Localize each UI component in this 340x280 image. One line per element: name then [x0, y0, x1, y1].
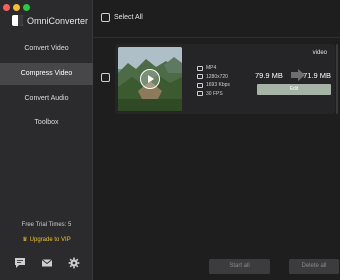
file-title: video — [312, 50, 327, 56]
scrollbar[interactable] — [336, 44, 338, 114]
edit-button[interactable]: Edit — [257, 84, 331, 95]
app-logo-icon — [12, 15, 23, 26]
sidebar-item-toolbox[interactable]: Toolbox — [0, 112, 93, 134]
start-all-button[interactable]: Start all — [209, 259, 270, 274]
select-all-checkbox[interactable] — [101, 13, 110, 22]
file-checkbox[interactable] — [101, 73, 110, 82]
resolution-icon — [197, 74, 203, 80]
bitrate-icon — [197, 82, 203, 88]
sidebar: OmniConverter Convert Video Compress Vid… — [0, 0, 93, 280]
close-window-button[interactable] — [3, 4, 10, 11]
file-fps: 30 FPS — [206, 90, 223, 97]
format-icon — [197, 65, 203, 71]
select-all-label: Select All — [114, 14, 143, 21]
play-icon[interactable] — [140, 69, 160, 89]
crown-icon: ♛ — [22, 237, 28, 243]
window-controls — [3, 4, 30, 11]
sidebar-item-convert-video[interactable]: Convert Video — [0, 38, 93, 60]
file-resolution: 1280x720 — [206, 73, 228, 80]
app-name: OmniConverter — [27, 15, 89, 26]
sidebar-bottom-icons — [0, 256, 93, 270]
minimize-window-button[interactable] — [13, 4, 20, 11]
gear-icon[interactable] — [67, 256, 81, 270]
delete-all-button[interactable]: Delete all — [289, 259, 339, 274]
main-panel: Select All MP4 1280x720 1693 Kbps 30 FPS… — [93, 0, 340, 280]
mail-icon[interactable] — [40, 256, 54, 270]
upgrade-vip-link[interactable]: ♛ Upgrade to VIP — [0, 236, 93, 243]
sidebar-item-convert-audio[interactable]: Convert Audio — [0, 88, 93, 110]
original-size: 79.9 MB — [255, 71, 283, 80]
file-bitrate: 1693 Kbps — [206, 82, 230, 89]
file-format: MP4 — [206, 65, 217, 72]
fps-icon — [197, 91, 203, 97]
file-card: MP4 1280x720 1693 Kbps 30 FPS video 79.9… — [115, 44, 335, 114]
file-metadata: MP4 1280x720 1693 Kbps 30 FPS — [197, 64, 230, 98]
feedback-icon[interactable] — [13, 256, 27, 270]
app-brand: OmniConverter — [12, 15, 88, 26]
upgrade-vip-label: Upgrade to VIP — [29, 237, 71, 243]
toolbar: Select All — [93, 0, 340, 38]
trial-counter: Free Trial Times: 5 — [21, 222, 72, 228]
video-thumbnail[interactable] — [118, 47, 182, 111]
sidebar-item-compress-video[interactable]: Compress Video — [0, 63, 93, 85]
target-size: 71.9 MB — [303, 71, 331, 80]
zoom-window-button[interactable] — [23, 4, 30, 11]
footer-actions: Start all Delete all — [93, 254, 340, 280]
